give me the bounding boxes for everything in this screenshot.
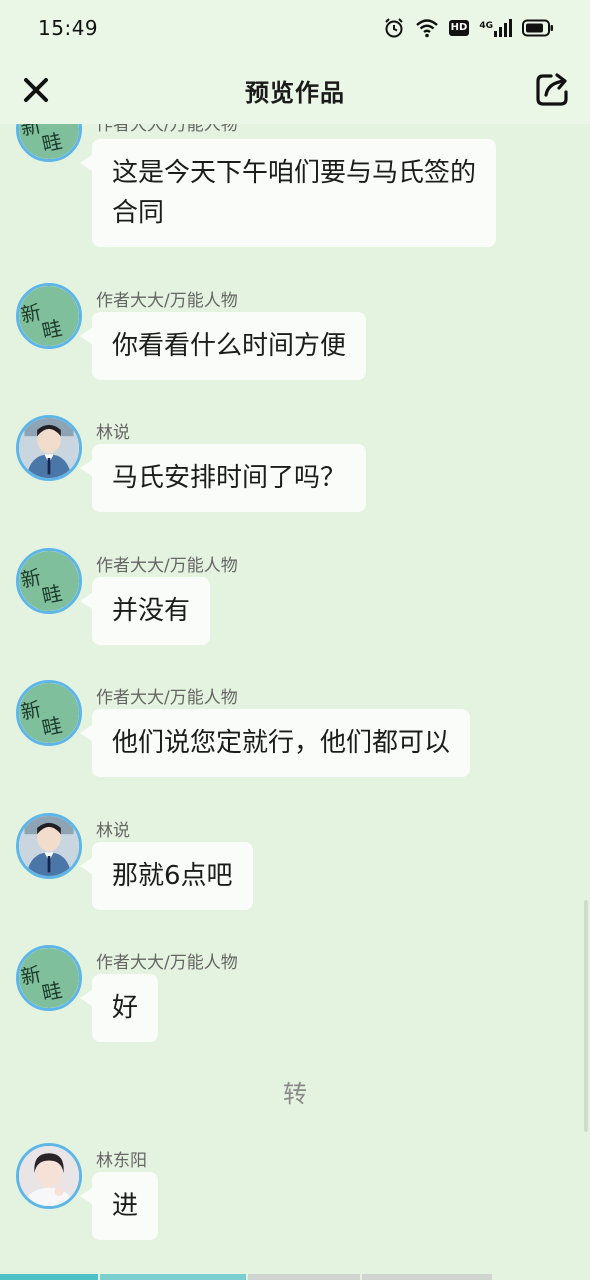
close-icon[interactable]	[20, 74, 52, 106]
network-label: 4G	[479, 21, 493, 31]
status-bar: 15:49 HD 4G	[0, 0, 590, 56]
message-bubble[interactable]: 他们说您定就行，他们都可以	[79, 709, 471, 777]
xinren-avatar[interactable]: 新畦	[16, 283, 82, 349]
sender-name: 林东阳	[96, 1151, 147, 1171]
boy-avatar[interactable]	[16, 1143, 82, 1209]
student-avatar[interactable]	[16, 415, 82, 481]
message-bubble[interactable]: 那就6点吧	[80, 842, 253, 910]
status-time: 15:49	[38, 16, 99, 40]
sender-name: 作者大大/万能人物	[96, 688, 238, 708]
share-icon[interactable]	[534, 70, 572, 108]
scrollbar[interactable]	[584, 900, 588, 1132]
xinren-avatar[interactable]: 新畦	[16, 945, 82, 1011]
xinren-avatar[interactable]: 新畦	[16, 548, 82, 614]
progress-segment-4	[362, 1274, 492, 1280]
signal-icon: 4G	[479, 19, 512, 37]
sender-name: 林说	[96, 821, 130, 841]
hd-icon: HD	[448, 20, 470, 36]
progress-bar	[0, 1274, 590, 1280]
wifi-icon	[415, 19, 438, 38]
sender-name: 作者大大/万能人物	[96, 124, 238, 135]
chat-list[interactable]: 新畦 作者大大/万能人物 这是今天下午咱们要与马氏签的合同 新畦 作者大大/万能…	[0, 124, 590, 1274]
message-bubble[interactable]: 这是今天下午咱们要与马氏签的合同	[80, 139, 496, 247]
progress-segment-1	[0, 1274, 98, 1280]
message-bubble[interactable]: 好	[79, 974, 159, 1042]
battery-icon	[522, 19, 553, 37]
sender-name: 作者大大/万能人物	[96, 291, 238, 311]
student-avatar[interactable]	[16, 813, 82, 879]
top-bar: 预览作品	[0, 56, 590, 124]
page-title: 预览作品	[245, 78, 345, 107]
progress-segment-3	[248, 1274, 360, 1280]
narration-text: 转	[283, 1080, 307, 1108]
sender-name: 作者大大/万能人物	[96, 953, 238, 973]
message-bubble[interactable]: 你看看什么时间方便	[79, 312, 367, 380]
message-bubble[interactable]: 进	[79, 1172, 159, 1240]
sender-name: 林说	[96, 423, 130, 443]
signal-bars-icon	[494, 19, 512, 37]
message-bubble[interactable]: 马氏安排时间了吗？	[79, 444, 367, 512]
progress-segment-2	[100, 1274, 246, 1280]
alarm-icon	[384, 18, 403, 38]
status-icons: HD 4G	[383, 17, 554, 39]
sender-name: 作者大大/万能人物	[96, 556, 238, 576]
xinren-avatar[interactable]: 新畦	[16, 124, 82, 162]
message-bubble[interactable]: 并没有	[79, 577, 211, 645]
xinren-avatar[interactable]: 新畦	[16, 680, 82, 746]
